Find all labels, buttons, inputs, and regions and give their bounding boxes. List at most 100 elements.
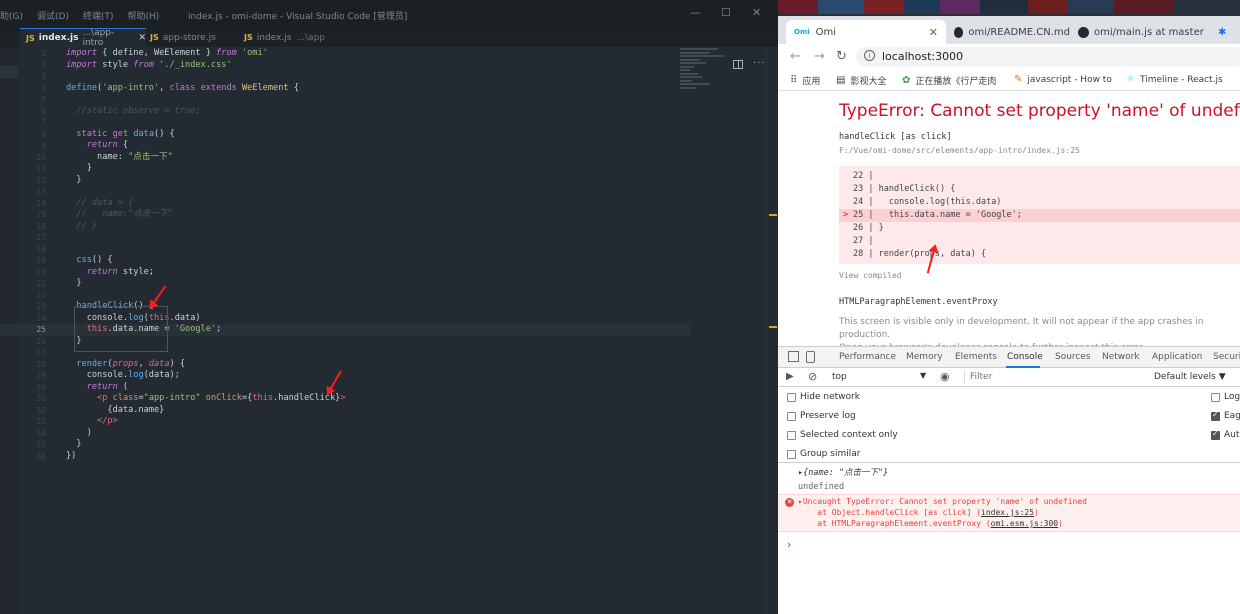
code-line: 17: [0, 232, 690, 244]
error-path[interactable]: F:/Vue/omi-dome/src/elements/app-intro/i…: [839, 146, 1080, 155]
minimap[interactable]: [680, 48, 730, 108]
bookmark-label: 正在播放《行尸走肉: [915, 77, 997, 87]
log-xmlhttp-label: Log: [1224, 392, 1240, 402]
title-bar: 助(G) 调试(D) 终端(T) 帮助(H) index.js - omi-do…: [0, 0, 778, 28]
tab-sources[interactable]: Sources: [1055, 352, 1091, 362]
console-error-message: ✕ ▸Uncaught TypeError: Cannot set proper…: [778, 494, 1240, 532]
tab-omi[interactable]: Omi Omi ✕: [786, 20, 946, 44]
sidebar-toggle-icon[interactable]: ▶: [786, 371, 794, 382]
code-line: 32 {data.name}: [0, 405, 690, 417]
tab-network[interactable]: Network: [1102, 352, 1140, 362]
devtools-panel: Performance Memory Elements Console Sour…: [778, 346, 1240, 614]
tab-index-js-app[interactable]: JS index.js ...\app: [244, 28, 325, 47]
tab-app-store-js[interactable]: JS app-store.js: [150, 28, 216, 47]
apps-icon: ⠿: [790, 75, 798, 86]
close-window-button[interactable]: ✕: [752, 6, 761, 19]
close-tab-icon[interactable]: ✕: [929, 26, 938, 39]
error-code-line: 24 | console.log(this.data): [853, 197, 1002, 207]
split-editor-icon[interactable]: [733, 60, 743, 69]
eye-icon[interactable]: ◉: [940, 370, 950, 383]
line-number: 28: [36, 359, 46, 369]
tab-path: ...\app-intro: [82, 28, 115, 48]
log-levels-dropdown[interactable]: Default levels ▼: [1154, 372, 1226, 382]
bookmark-label: 影视大全: [850, 77, 887, 87]
console-log-object[interactable]: ▸{name: "点击一下"}: [798, 466, 1240, 478]
bookmarks-bar: ⠿ 应用 ▤ 影视大全 ✿ 正在播放《行尸走肉 ✎ javascript - How t…: [778, 69, 1240, 91]
clear-console-icon[interactable]: ⊘: [808, 370, 817, 383]
github-icon: [1078, 26, 1089, 38]
tab-elements[interactable]: Elements: [955, 352, 997, 362]
log-xmlhttp-checkbox[interactable]: [1211, 393, 1220, 402]
minimize-button[interactable]: —: [690, 6, 701, 19]
autocomplete-checkbox[interactable]: [1211, 429, 1220, 440]
line-number: 8: [41, 129, 46, 139]
close-tab-icon[interactable]: ✕: [138, 33, 146, 43]
selected-context-checkbox[interactable]: [787, 431, 796, 440]
back-icon[interactable]: ←: [790, 49, 801, 64]
code-line: 19 css() {: [0, 255, 690, 267]
console-filter-input[interactable]: [964, 370, 1144, 384]
bookmark-item[interactable]: ✎ javascript - How to: [1014, 74, 1112, 85]
window-title: index.js - omi-dome - Visual Studio Code…: [188, 12, 408, 22]
group-similar-checkbox[interactable]: [787, 450, 796, 459]
line-number: 5: [41, 95, 46, 104]
inspect-element-icon[interactable]: [788, 351, 799, 362]
tab-security[interactable]: Securit: [1213, 352, 1240, 362]
menu-item-debug[interactable]: 调试(D): [37, 9, 69, 22]
line-number: 22: [36, 290, 46, 300]
console-prompt[interactable]: ›: [787, 538, 1240, 551]
editor-scrollbar[interactable]: [766, 48, 778, 614]
code-line: 11 }: [0, 163, 690, 175]
menu-item-go[interactable]: 助(G): [0, 9, 23, 22]
info-icon[interactable]: i: [864, 50, 875, 61]
code-editor[interactable]: 1 import { define, WeElement } from 'omi'…: [0, 48, 690, 462]
view-compiled-link[interactable]: View compiled: [839, 271, 902, 280]
maximize-button[interactable]: ☐: [721, 6, 731, 19]
code-line: 6 //static observe = true;: [0, 106, 690, 118]
tab-extra[interactable]: ✱: [1210, 20, 1240, 44]
tab-index-js-app-intro[interactable]: JS index.js ...\app-intro ✕: [20, 28, 146, 48]
line-number: 3: [41, 72, 46, 81]
source-link[interactable]: omi.esm.js:300: [991, 519, 1058, 528]
tab-memory[interactable]: Memory: [906, 352, 943, 362]
menu-item-help[interactable]: 帮助(H): [127, 9, 159, 22]
hide-network-checkbox[interactable]: [787, 393, 796, 402]
code-line: 21 }: [0, 278, 690, 290]
eager-eval-checkbox[interactable]: [1211, 410, 1220, 421]
tab-application[interactable]: Application: [1152, 352, 1202, 362]
console-filter-bar: ▶ ⊘ top ▼ ◉ Default levels ▼: [778, 368, 1240, 387]
chrome-window: Omi Omi ✕ omi/README.CN.md omi/main.js a…: [778, 0, 1240, 614]
tab-console[interactable]: Console: [1007, 352, 1043, 362]
chevron-down-icon[interactable]: ▼: [920, 371, 926, 380]
bookmark-item[interactable]: ⚛ Timeline - React.js: [1126, 74, 1223, 85]
bookmark-item[interactable]: ✿ 正在播放《行尸走肉: [902, 74, 996, 87]
line-number: 31: [36, 394, 46, 403]
menu-item-terminal[interactable]: 终端(T): [83, 9, 114, 22]
bookmark-item[interactable]: ▤ 影视大全: [836, 74, 886, 87]
tab-title: Omi: [815, 26, 837, 38]
tab-omi-readme[interactable]: omi/README.CN.md: [946, 20, 1070, 44]
tab-path: ...\app: [296, 32, 325, 43]
bookmark-label: 应用: [802, 77, 821, 87]
tab-omi-main-js[interactable]: omi/main.js at master: [1070, 20, 1210, 44]
bookmark-apps[interactable]: ⠿ 应用: [790, 74, 820, 87]
eager-eval-label: Eag: [1224, 411, 1240, 421]
vscode-window: 助(G) 调试(D) 终端(T) 帮助(H) index.js - omi-do…: [0, 0, 778, 614]
omi-icon: Omi: [794, 28, 810, 36]
code-line: 9 return {: [0, 140, 690, 152]
line-number: 18: [36, 244, 46, 254]
context-selector[interactable]: top: [832, 372, 847, 382]
address-bar[interactable]: i localhost:3000: [856, 47, 1240, 67]
more-actions-icon[interactable]: ···: [753, 58, 766, 69]
code-line: 4 define('app-intro', class extends WeEle…: [0, 83, 690, 95]
source-link[interactable]: index.js:25: [981, 508, 1034, 517]
device-toolbar-icon[interactable]: [806, 351, 815, 363]
forward-icon[interactable]: →: [814, 49, 825, 64]
line-number: 19: [36, 256, 46, 265]
error-proxy-frame: HTMLParagraphElement.eventProxy: [839, 297, 998, 307]
tab-performance[interactable]: Performance: [839, 352, 896, 362]
line-number: 6: [41, 106, 46, 116]
error-main-text[interactable]: ▸Uncaught TypeError: Cannot set property…: [798, 497, 1087, 506]
reload-icon[interactable]: ↻: [836, 49, 847, 64]
preserve-log-checkbox[interactable]: [787, 412, 796, 421]
